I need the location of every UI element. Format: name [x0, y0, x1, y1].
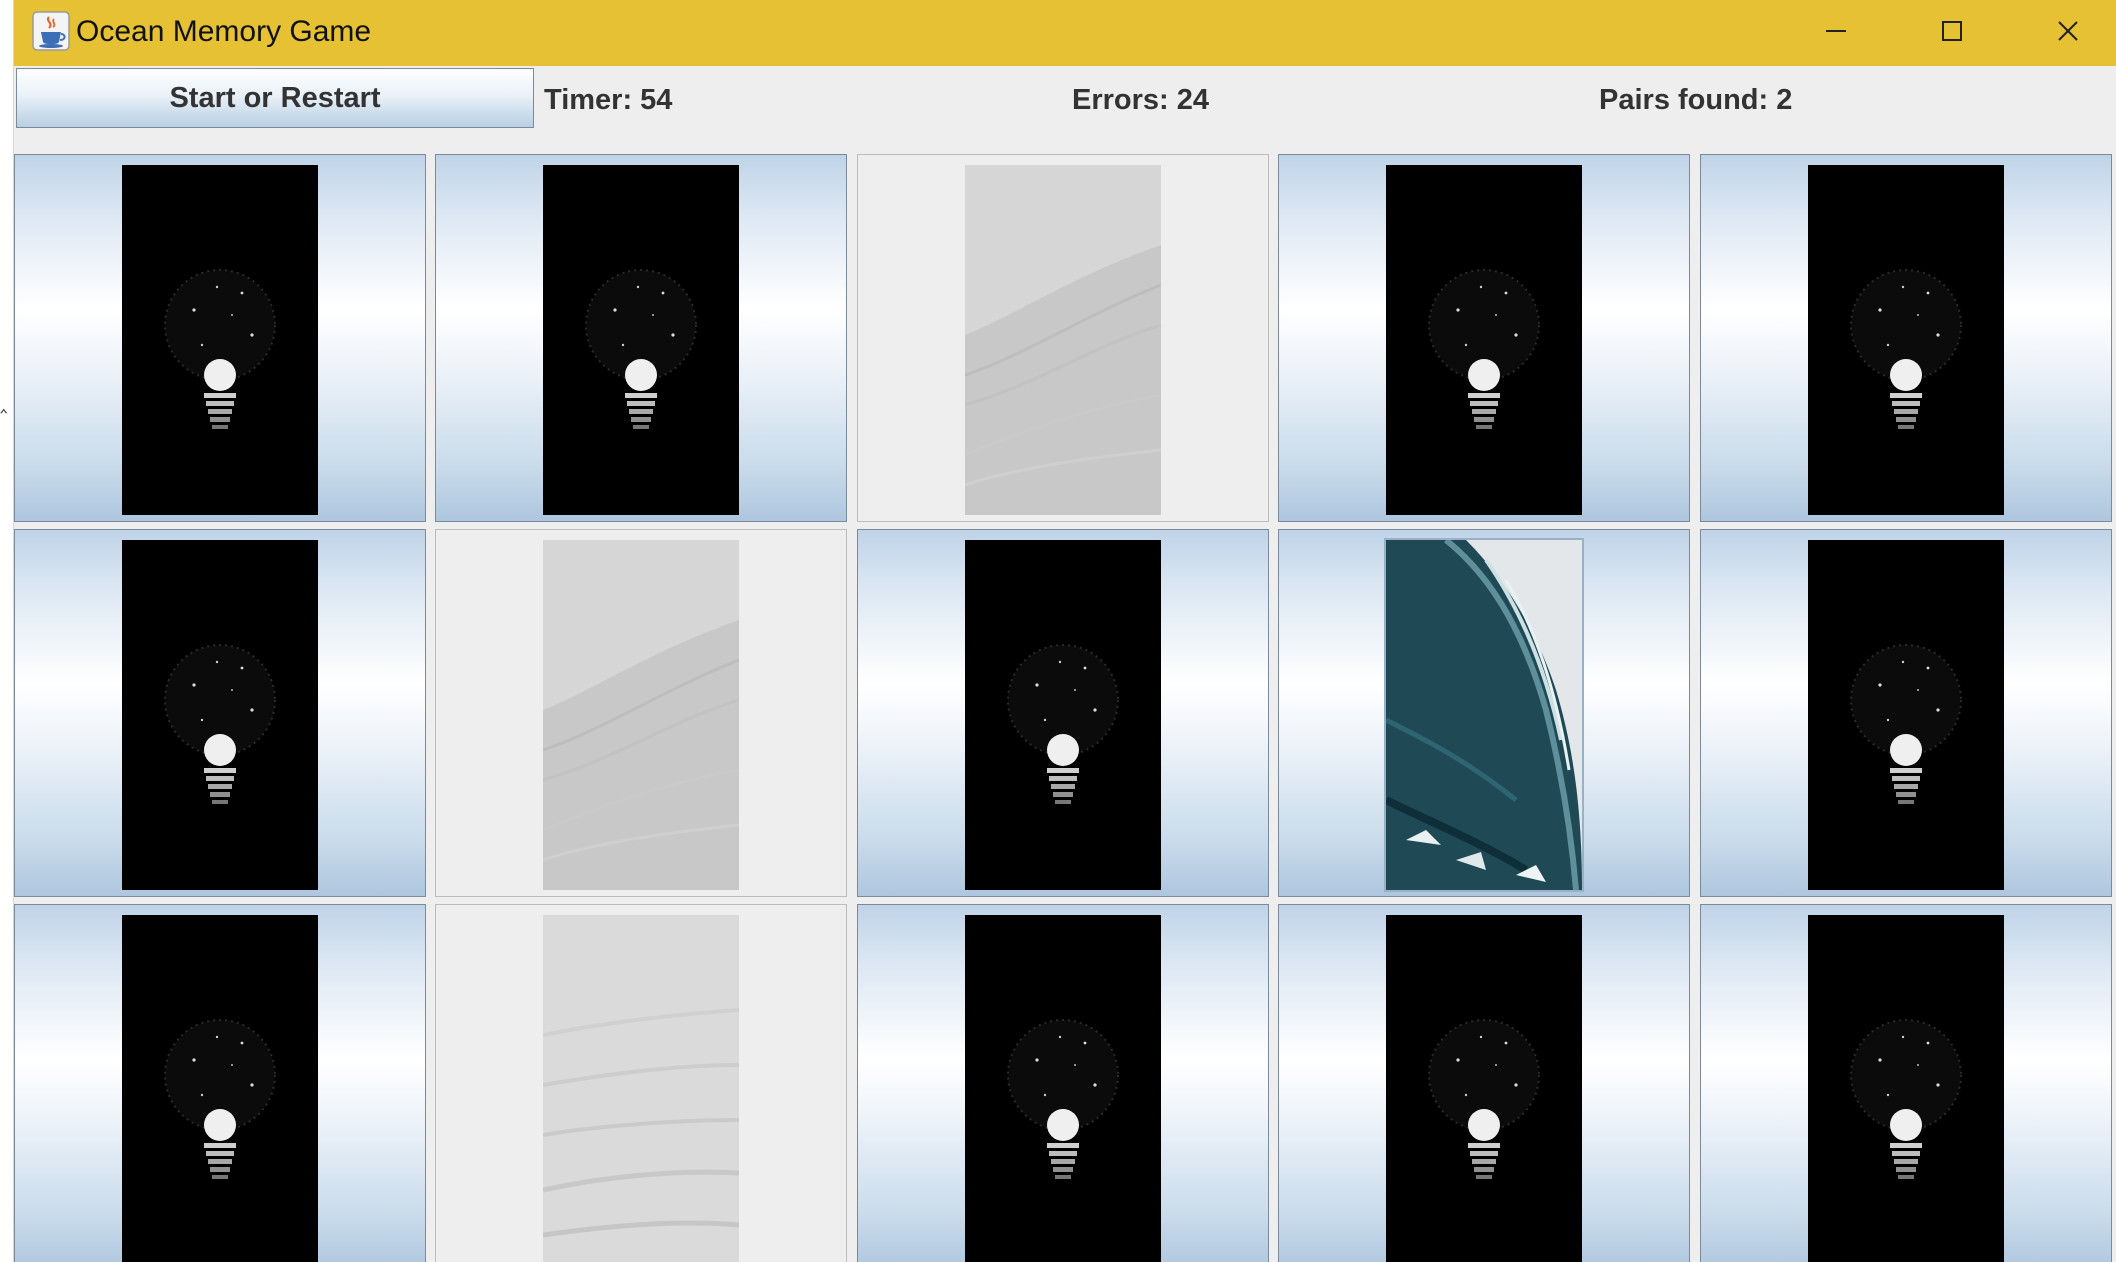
start-restart-button[interactable]: Start or Restart: [16, 68, 534, 128]
card-face-down[interactable]: [14, 529, 426, 897]
background-desktop-strip: ‸: [0, 0, 14, 1262]
game-window: Ocean Memory Game Start or Restart Timer…: [14, 0, 2116, 1262]
card-matched[interactable]: [857, 154, 1269, 522]
card-face-down[interactable]: [14, 904, 426, 1262]
moon-bulb-icon: [122, 915, 318, 1262]
card-face-down[interactable]: [1700, 154, 2112, 522]
card-face-down[interactable]: [857, 529, 1269, 897]
minimize-icon: [1826, 30, 1846, 32]
moon-bulb-icon: [122, 165, 318, 515]
moon-bulb-icon: [1808, 165, 2004, 515]
card-face-down[interactable]: [14, 154, 426, 522]
java-coffee-cup-icon: [32, 11, 70, 51]
timer-label: Timer: 54: [544, 84, 673, 116]
faded-wave-image: [965, 165, 1161, 515]
card-face-down[interactable]: [435, 154, 847, 522]
moon-bulb-icon: [965, 915, 1161, 1262]
title-bar[interactable]: Ocean Memory Game: [14, 0, 2116, 66]
moon-bulb-icon: [965, 540, 1161, 890]
card-face-down[interactable]: [1278, 904, 1690, 1262]
card-grid: [14, 154, 2116, 1262]
moon-bulb-icon: [1808, 915, 2004, 1262]
faded-surf-image: [543, 915, 739, 1262]
moon-bulb-icon: [1808, 540, 2004, 890]
card-face-down[interactable]: [1700, 529, 2112, 897]
maximize-icon: [1942, 21, 1962, 41]
card-face-up[interactable]: [1278, 529, 1690, 897]
pairs-found-label: Pairs found: 2: [1599, 84, 1793, 116]
moon-bulb-icon: [1386, 165, 1582, 515]
faded-wave-image: [543, 540, 739, 890]
window-title: Ocean Memory Game: [76, 15, 372, 48]
moon-bulb-icon: [1386, 915, 1582, 1262]
cursor-fragment: ‸: [0, 388, 8, 413]
game-toolbar: Start or Restart Timer: 54 Errors: 24 Pa…: [14, 66, 2116, 154]
errors-label: Errors: 24: [1072, 84, 1210, 116]
card-matched[interactable]: [435, 904, 847, 1262]
card-matched[interactable]: [435, 529, 847, 897]
ocean-wave-image: [1384, 538, 1584, 892]
card-face-down[interactable]: [1278, 154, 1690, 522]
minimize-button[interactable]: [1778, 0, 1894, 62]
maximize-button[interactable]: [1894, 0, 2010, 62]
moon-bulb-icon: [543, 165, 739, 515]
close-icon: [2058, 21, 2078, 41]
close-button[interactable]: [2010, 0, 2116, 62]
moon-bulb-icon: [122, 540, 318, 890]
card-face-down[interactable]: [857, 904, 1269, 1262]
card-face-down[interactable]: [1700, 904, 2112, 1262]
